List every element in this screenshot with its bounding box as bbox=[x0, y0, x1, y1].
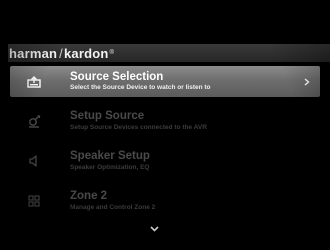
menu-item-subtitle: Select the Source Device to watch or lis… bbox=[70, 84, 211, 91]
source-input-icon bbox=[10, 75, 58, 88]
brand-header-bar: harman / kardon ® bbox=[8, 44, 330, 62]
menu-item-setup-source[interactable]: Setup Source Setup Source Devices connec… bbox=[10, 107, 320, 135]
brand-name-kardon: kardon bbox=[63, 45, 109, 61]
chevron-right-icon bbox=[304, 73, 310, 91]
speaker-icon bbox=[10, 155, 58, 167]
menu-item-subtitle: Setup Source Devices connected to the AV… bbox=[70, 123, 207, 131]
menu-item-speaker-setup[interactable]: Speaker Setup Speaker Optimization, EQ bbox=[10, 147, 320, 175]
brand-separator: / bbox=[59, 45, 63, 61]
brand-logo: harman / kardon ® bbox=[8, 46, 114, 61]
menu-item-title: Speaker Setup bbox=[70, 150, 150, 162]
menu-item-subtitle: Speaker Optimization, EQ bbox=[70, 163, 150, 171]
zone-grid-icon bbox=[10, 195, 58, 207]
scroll-down-chevron-icon[interactable] bbox=[150, 219, 159, 237]
registered-mark: ® bbox=[109, 50, 115, 56]
menu-item-source-selection[interactable]: Source Selection Select the Source Devic… bbox=[10, 66, 320, 97]
menu-item-title: Zone 2 bbox=[70, 190, 108, 202]
main-menu: Source Selection Select the Source Devic… bbox=[10, 66, 320, 227]
menu-item-title: Source Selection bbox=[70, 70, 164, 83]
menu-item-zone-2[interactable]: Zone 2 Manage and Control Zone 2 bbox=[10, 187, 320, 215]
menu-item-subtitle: Manage and Control Zone 2 bbox=[70, 203, 156, 211]
setup-tools-icon bbox=[10, 114, 58, 128]
brand-name-harman: harman bbox=[9, 45, 58, 61]
receiver-menu-screen: harman / kardon ® Source Selection Selec… bbox=[0, 0, 330, 250]
menu-item-title: Setup Source bbox=[70, 110, 145, 122]
